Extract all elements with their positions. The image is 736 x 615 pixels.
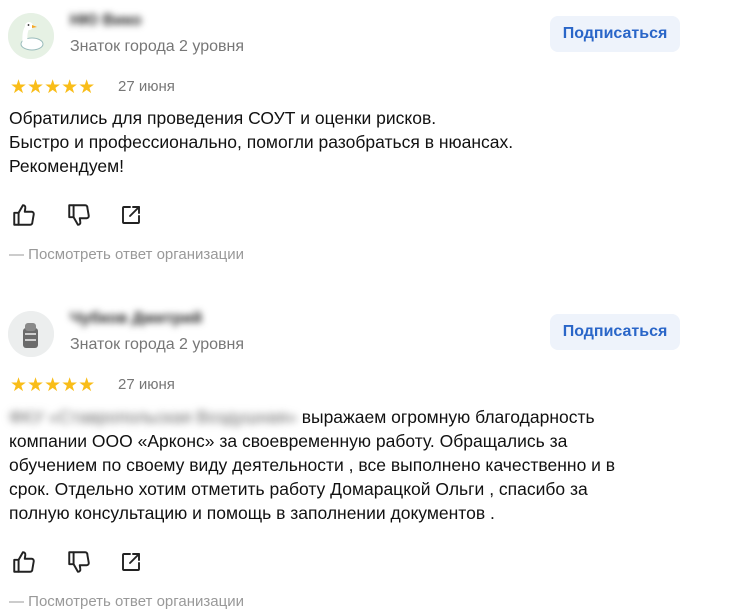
review-card: НЮ Вико Знаток города 2 уровня Подписать… <box>0 0 736 290</box>
author-level: Знаток города 2 уровня <box>70 336 245 353</box>
view-response-link[interactable]: — Посмотреть ответ организации <box>9 246 244 263</box>
review-text-line: ФКУ «Ставропольская Воздушная» выражаем … <box>9 405 699 429</box>
share-icon[interactable] <box>117 201 145 229</box>
subscribe-button[interactable]: Подписаться <box>550 16 680 52</box>
review-text-line: Рекомендуем! <box>9 156 125 176</box>
rating-stars: ★★★★★ <box>10 375 96 396</box>
thumbs-up-icon[interactable] <box>10 201 38 229</box>
author-name[interactable]: НЮ Вико <box>70 12 141 30</box>
review-text-line: срок. Отдельно хотим отметить работу Дом… <box>9 479 588 499</box>
review-date: 27 июня <box>118 376 175 393</box>
subscribe-button[interactable]: Подписаться <box>550 314 680 350</box>
review-text-line: обучением по своему виду деятельности , … <box>9 455 616 475</box>
review-date: 27 июня <box>118 78 175 95</box>
bag-avatar-icon[interactable] <box>8 311 54 357</box>
review-text-line: Обратились для проведения СОУТ и оценки … <box>9 108 437 128</box>
review-text-fragment: выражаем огромную благодарность <box>296 407 595 427</box>
review-text-line: компании ООО «Арконс» за своевременную р… <box>9 431 568 451</box>
share-icon[interactable] <box>117 548 145 576</box>
view-response-link[interactable]: — Посмотреть ответ организации <box>9 593 244 610</box>
rating-stars: ★★★★★ <box>10 77 96 98</box>
thumbs-down-icon[interactable] <box>65 201 93 229</box>
author-level: Знаток города 2 уровня <box>70 38 245 55</box>
thumbs-down-icon[interactable] <box>65 548 93 576</box>
review-card: Чубков Дмитрий Знаток города 2 уровня По… <box>0 298 736 615</box>
author-name[interactable]: Чубков Дмитрий <box>70 310 202 328</box>
review-text-line: Быстро и профессионально, помогли разобр… <box>9 132 514 152</box>
goose-avatar-icon[interactable] <box>8 13 54 59</box>
thumbs-up-icon[interactable] <box>10 548 38 576</box>
review-text-line: полную консультацию и помощь в заполнени… <box>9 503 495 523</box>
review-text: Обратились для проведения СОУТ и оценки … <box>9 106 699 178</box>
review-text: ФКУ «Ставропольская Воздушная» выражаем … <box>9 405 699 525</box>
blurred-organization-name: ФКУ «Ставропольская Воздушная» <box>9 407 297 427</box>
